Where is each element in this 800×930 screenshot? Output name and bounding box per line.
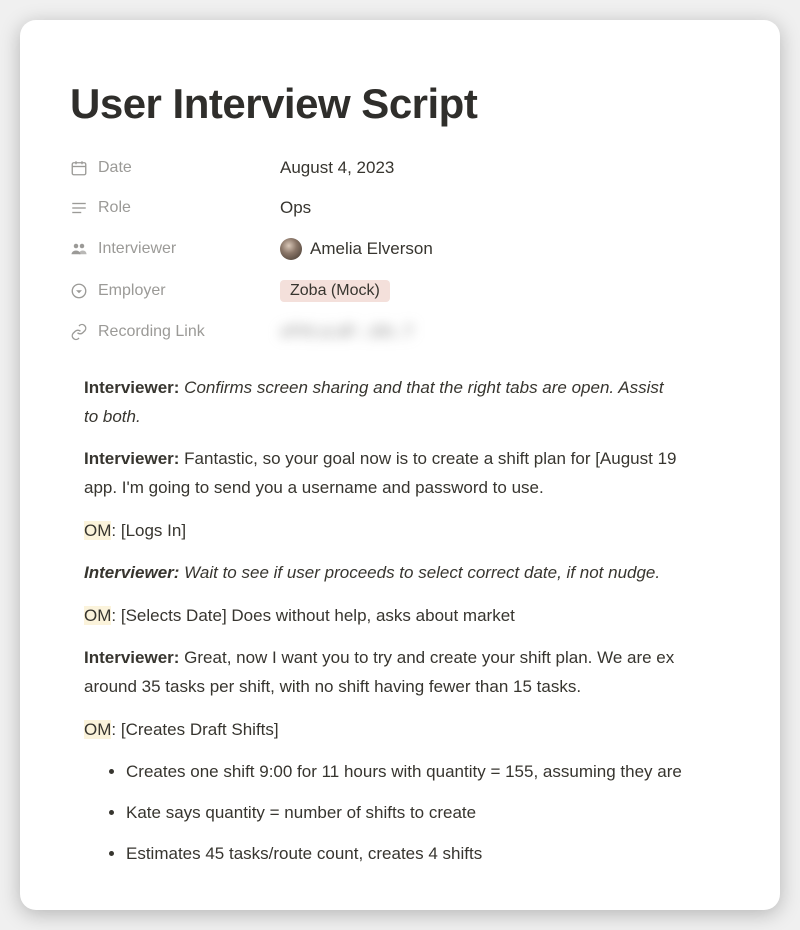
transcript-line[interactable]: OM: [Creates Draft Shifts] bbox=[84, 718, 780, 743]
transcript-line[interactable]: app. I'm going to send you a username an… bbox=[84, 476, 780, 501]
prop-recording-key[interactable]: Recording Link bbox=[70, 322, 280, 342]
prop-interviewer-key[interactable]: Interviewer bbox=[70, 238, 280, 260]
prop-recording-value[interactable]: xPhf.ul.dF:..t0h..T bbox=[280, 322, 780, 342]
transcript-line[interactable]: OM: [Selects Date] Does without help, as… bbox=[84, 604, 780, 629]
select-icon bbox=[70, 282, 88, 300]
list-item[interactable]: Creates one shift 9:00 for 11 hours with… bbox=[126, 760, 780, 785]
line-text: app. I'm going to send you a username an… bbox=[84, 478, 544, 497]
line-text: Fantastic, so your goal now is to create… bbox=[184, 449, 676, 468]
transcript-line[interactable]: Interviewer: Confirms screen sharing and… bbox=[84, 376, 780, 401]
properties-table: Date August 4, 2023 Role Ops Interviewer… bbox=[70, 158, 780, 342]
speaker-om: OM bbox=[84, 720, 111, 739]
speaker-interviewer: Interviewer: bbox=[84, 449, 179, 468]
document-page: User Interview Script Date August 4, 202… bbox=[20, 20, 780, 910]
speaker-interviewer: Interviewer: bbox=[84, 563, 179, 582]
prop-employer-value[interactable]: Zoba (Mock) bbox=[280, 280, 780, 302]
speaker-interviewer: Interviewer: bbox=[84, 378, 179, 397]
prop-role-value[interactable]: Ops bbox=[280, 198, 780, 218]
transcript-line[interactable]: Interviewer: Fantastic, so your goal now… bbox=[84, 447, 780, 472]
prop-employer-label: Employer bbox=[98, 282, 166, 300]
transcript-line[interactable]: Interviewer: Wait to see if user proceed… bbox=[84, 561, 780, 586]
prop-interviewer-label: Interviewer bbox=[98, 240, 176, 258]
line-text: [Selects Date] Does without help, asks a… bbox=[116, 606, 515, 625]
recording-link-redacted: xPhf.ul.dF:..t0h..T bbox=[280, 322, 414, 342]
prop-interviewer-value[interactable]: Amelia Elverson bbox=[280, 238, 780, 260]
speaker-interviewer: Interviewer: bbox=[84, 648, 179, 667]
text-lines-icon bbox=[70, 199, 88, 217]
speaker-om: OM bbox=[84, 606, 111, 625]
prop-date-value[interactable]: August 4, 2023 bbox=[280, 158, 780, 178]
transcript-line[interactable]: around 35 tasks per shift, with no shift… bbox=[84, 675, 780, 700]
people-icon bbox=[70, 240, 88, 258]
line-text: around 35 tasks per shift, with no shift… bbox=[84, 677, 581, 696]
prop-role-key[interactable]: Role bbox=[70, 198, 280, 218]
list-item[interactable]: Kate says quantity = number of shifts to… bbox=[126, 801, 780, 826]
line-text: to both. bbox=[84, 407, 141, 426]
avatar bbox=[280, 238, 302, 260]
line-text: Wait to see if user proceeds to select c… bbox=[184, 563, 660, 582]
employer-tag: Zoba (Mock) bbox=[280, 280, 390, 302]
link-icon bbox=[70, 323, 88, 341]
transcript-line[interactable]: OM: [Logs In] bbox=[84, 519, 780, 544]
document-body: Interviewer: Confirms screen sharing and… bbox=[70, 376, 780, 866]
line-text: Confirms screen sharing and that the rig… bbox=[184, 378, 663, 397]
line-text: Great, now I want you to try and create … bbox=[184, 648, 674, 667]
prop-recording-label: Recording Link bbox=[98, 323, 205, 341]
interviewer-name: Amelia Elverson bbox=[310, 239, 433, 259]
prop-date-key[interactable]: Date bbox=[70, 158, 280, 178]
page-title: User Interview Script bbox=[70, 80, 780, 128]
prop-role-label: Role bbox=[98, 199, 131, 217]
bullet-list: Creates one shift 9:00 for 11 hours with… bbox=[84, 760, 780, 866]
transcript-line[interactable]: to both. bbox=[84, 405, 780, 430]
prop-employer-key[interactable]: Employer bbox=[70, 280, 280, 302]
list-item[interactable]: Estimates 45 tasks/route count, creates … bbox=[126, 842, 780, 867]
prop-date-label: Date bbox=[98, 159, 132, 177]
calendar-icon bbox=[70, 159, 88, 177]
line-text: [Creates Draft Shifts] bbox=[116, 720, 279, 739]
transcript-line[interactable]: Interviewer: Great, now I want you to tr… bbox=[84, 646, 780, 671]
line-text: [Logs In] bbox=[116, 521, 186, 540]
speaker-om: OM bbox=[84, 521, 111, 540]
